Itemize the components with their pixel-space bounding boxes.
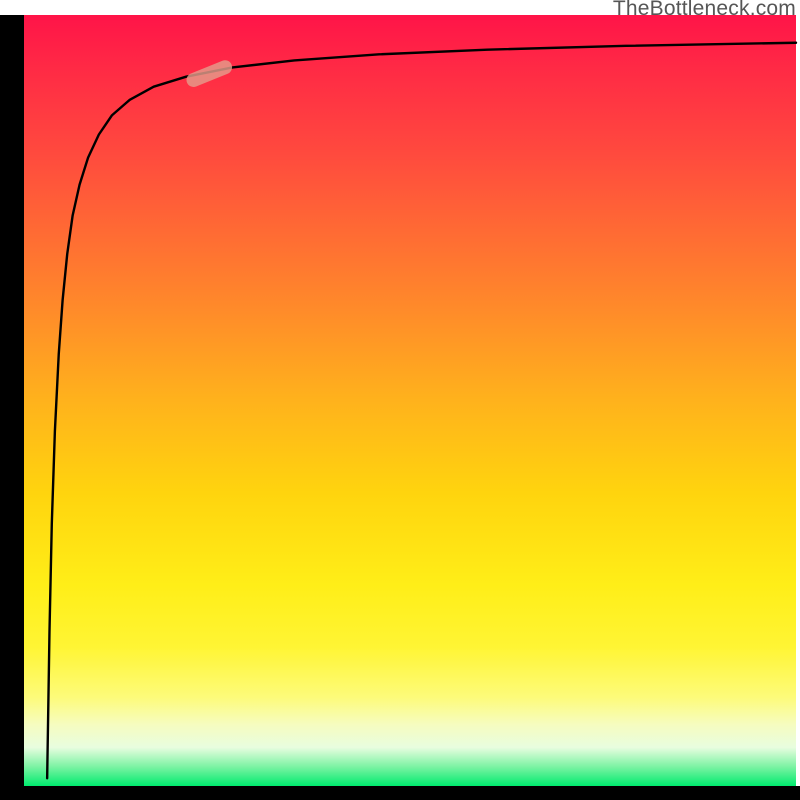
x-axis <box>0 786 800 800</box>
y-axis <box>0 15 24 786</box>
chart-root: TheBottleneck.com <box>0 0 800 800</box>
plot-area <box>24 15 796 786</box>
attribution-text: TheBottleneck.com <box>613 0 796 21</box>
